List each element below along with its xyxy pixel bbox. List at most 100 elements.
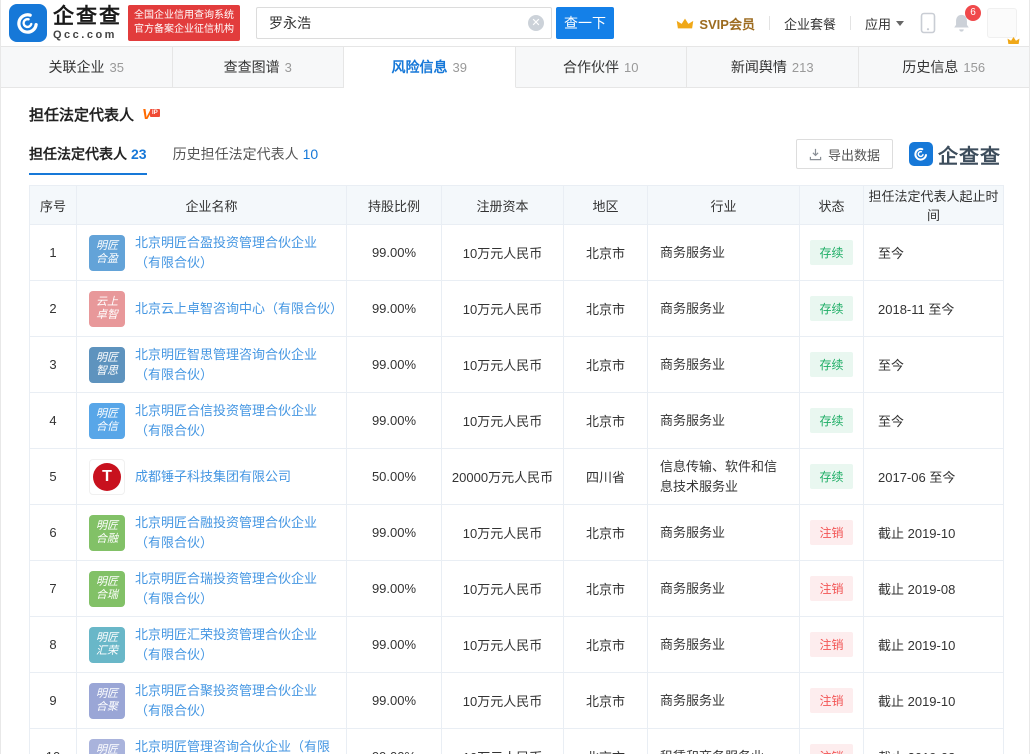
mobile-app-button[interactable] (920, 12, 936, 34)
tab-news[interactable]: 新闻舆情 213 (687, 47, 859, 87)
company-name-link[interactable]: 北京明匠智思管理咨询合伙企业（有限合伙） (135, 345, 338, 385)
share-ratio: 99.00% (346, 728, 442, 754)
chevron-down-icon (896, 20, 904, 26)
share-ratio: 50.00% (346, 448, 442, 505)
share-ratio: 99.00% (346, 672, 442, 729)
section-title: 担任法定代表人 (29, 107, 135, 124)
company-name-link[interactable]: 北京云上卓智咨询中心（有限合伙） (135, 299, 343, 319)
registered-capital: 10万元人民币 (441, 392, 564, 449)
top-header: 企查查 Qcc.com 全国企业信用查询系统 官方备案企业征信机构 ✕ 查一下 … (1, 0, 1029, 46)
region: 北京市 (563, 280, 648, 337)
registered-capital: 10万元人民币 (441, 728, 564, 754)
company-logo[interactable]: 云上 卓智 (89, 290, 125, 327)
apps-menu[interactable]: 应用 (865, 14, 904, 33)
table-header-row: 序号 企业名称 持股比例 注册资本 地区 行业 状态 担任法定代表人起止时间 (29, 185, 1004, 225)
company-logo[interactable]: 明匠 合盈 (89, 234, 125, 271)
qcc-watermark-text: 企查查 (938, 145, 1001, 168)
col-industry: 行业 (647, 185, 800, 225)
row-index: 4 (29, 392, 77, 449)
col-region: 地区 (563, 185, 648, 225)
col-tenure-period: 担任法定代表人起止时间 (863, 185, 1004, 225)
registered-capital: 10万元人民币 (441, 504, 564, 561)
table-row: 4 明匠 合信 北京明匠合信投资管理合伙企业（有限合伙） 99.00% 10万元人… (29, 392, 1004, 449)
region: 北京市 (563, 560, 648, 617)
status-badge: 注销 (810, 632, 853, 657)
qcc-watermark-icon (909, 142, 933, 166)
share-ratio: 99.00% (346, 504, 442, 561)
tab-related-companies[interactable]: 关联企业 35 (1, 47, 173, 87)
table-row: 9 明匠 合聚 北京明匠合聚投资管理合伙企业（有限合伙） 99.00% 10万元人… (29, 672, 1004, 729)
share-ratio: 99.00% (346, 392, 442, 449)
tenure-period: 截止 2019-10 (863, 672, 1004, 729)
company-logo[interactable]: 明匠 合融 (89, 514, 125, 551)
tenure-period: 截止 2019-08 (863, 560, 1004, 617)
row-index: 7 (29, 560, 77, 617)
company-logo[interactable]: 明匠 合信 (89, 402, 125, 439)
industry: 商务服务业 (647, 672, 800, 729)
clear-icon[interactable]: ✕ (528, 15, 544, 31)
industry: 商务服务业 (647, 392, 800, 449)
share-ratio: 99.00% (346, 560, 442, 617)
row-index: 10 (29, 728, 77, 754)
tab-risk-info[interactable]: 风险信息 39 (344, 47, 516, 88)
registered-capital: 10万元人民币 (441, 672, 564, 729)
tab-history-info[interactable]: 历史信息 156 (858, 47, 1029, 87)
tenure-period: 截止 2019-10 (863, 616, 1004, 673)
apps-label: 应用 (864, 16, 891, 32)
status-badge: 存续 (810, 464, 853, 489)
company-name-link[interactable]: 成都锤子科技集团有限公司 (135, 467, 291, 487)
vip-icon: V IP (142, 105, 160, 123)
company-name-link[interactable]: 北京明匠合信投资管理合伙企业（有限合伙） (135, 401, 338, 441)
qcc-logo-icon[interactable] (9, 4, 47, 42)
nav-tabs: 关联企业 35 查查图谱 3 风险信息 39 合作伙伴 10 新闻舆情 213 历史信息 1… (1, 46, 1029, 88)
registered-capital: 10万元人民币 (441, 336, 564, 393)
share-ratio: 99.00% (346, 336, 442, 393)
company-logo[interactable]: 明匠 合瑞 (89, 570, 125, 607)
notifications-button[interactable]: 6 (952, 5, 981, 33)
company-logo[interactable]: 明匠 合聚 (89, 682, 125, 719)
tab-chacha-graph[interactable]: 查查图谱 3 (172, 47, 344, 87)
registered-capital: 10万元人民币 (441, 560, 564, 617)
tenure-period: 至今 (863, 392, 1004, 449)
tenure-period: 2018-11 至今 (863, 280, 1004, 337)
phone-icon (920, 12, 936, 34)
registered-capital: 10万元人民币 (441, 224, 564, 281)
registered-capital: 10万元人民币 (441, 280, 564, 337)
export-data-button[interactable]: 导出数据 (795, 139, 893, 169)
row-index: 5 (29, 448, 77, 505)
status-badge: 注销 (810, 688, 853, 713)
avatar[interactable] (987, 8, 1020, 45)
qcc-watermark: 企查查 (909, 140, 1001, 169)
table-row: 6 明匠 合融 北京明匠合融投资管理合伙企业（有限合伙） 99.00% 10万元人… (29, 504, 1004, 561)
table-row: 8 明匠 汇荣 北京明匠汇荣投资管理合伙企业（有限合伙） 99.00% 10万元人… (29, 616, 1004, 673)
divider (768, 16, 770, 30)
company-name-link[interactable]: 北京明匠合盈投资管理合伙企业（有限合伙） (135, 233, 338, 273)
company-name-link[interactable]: 北京明匠汇荣投资管理合伙企业（有限合伙） (135, 625, 338, 665)
company-name-link[interactable]: 北京明匠合瑞投资管理合伙企业（有限合伙） (135, 569, 338, 609)
tenure-period: 至今 (863, 224, 1004, 281)
company-name-link[interactable]: 北京明匠管理咨询合伙企业（有限合伙） (135, 737, 338, 754)
company-logo[interactable]: 明匠管理 (89, 738, 125, 754)
brand: 企查查 Qcc.com 全国企业信用查询系统 官方备案企业征信机构 (9, 4, 240, 42)
region: 北京市 (563, 336, 648, 393)
company-logo[interactable]: 明匠 汇荣 (89, 626, 125, 663)
svip-link[interactable]: SVIP会员 (676, 14, 755, 33)
region: 北京市 (563, 224, 648, 281)
subtab-current-legal-rep[interactable]: 担任法定代表人 23 (29, 144, 147, 175)
industry: 商务服务业 (647, 336, 800, 393)
company-logo[interactable]: 明匠 智思 (89, 346, 125, 383)
brand-name: 企查查 (53, 5, 122, 28)
status-badge: 存续 (810, 296, 853, 321)
search-input[interactable] (256, 7, 552, 39)
company-name-link[interactable]: 北京明匠合聚投资管理合伙企业（有限合伙） (135, 681, 338, 721)
search-button[interactable]: 查一下 (556, 7, 614, 39)
company-name-link[interactable]: 北京明匠合融投资管理合伙企业（有限合伙） (135, 513, 338, 553)
company-logo[interactable]: T (89, 458, 125, 495)
crown-icon (677, 18, 694, 28)
tenure-period: 截止 2019-10 (863, 504, 1004, 561)
industry: 信息传输、软件和信息技术服务业 (647, 448, 800, 505)
share-ratio: 99.00% (346, 280, 442, 337)
subtab-history-legal-rep[interactable]: 历史担任法定代表人 10 (173, 144, 319, 175)
enterprise-package-link[interactable]: 企业套餐 (784, 14, 836, 33)
tab-partners[interactable]: 合作伙伴 10 (515, 47, 687, 87)
